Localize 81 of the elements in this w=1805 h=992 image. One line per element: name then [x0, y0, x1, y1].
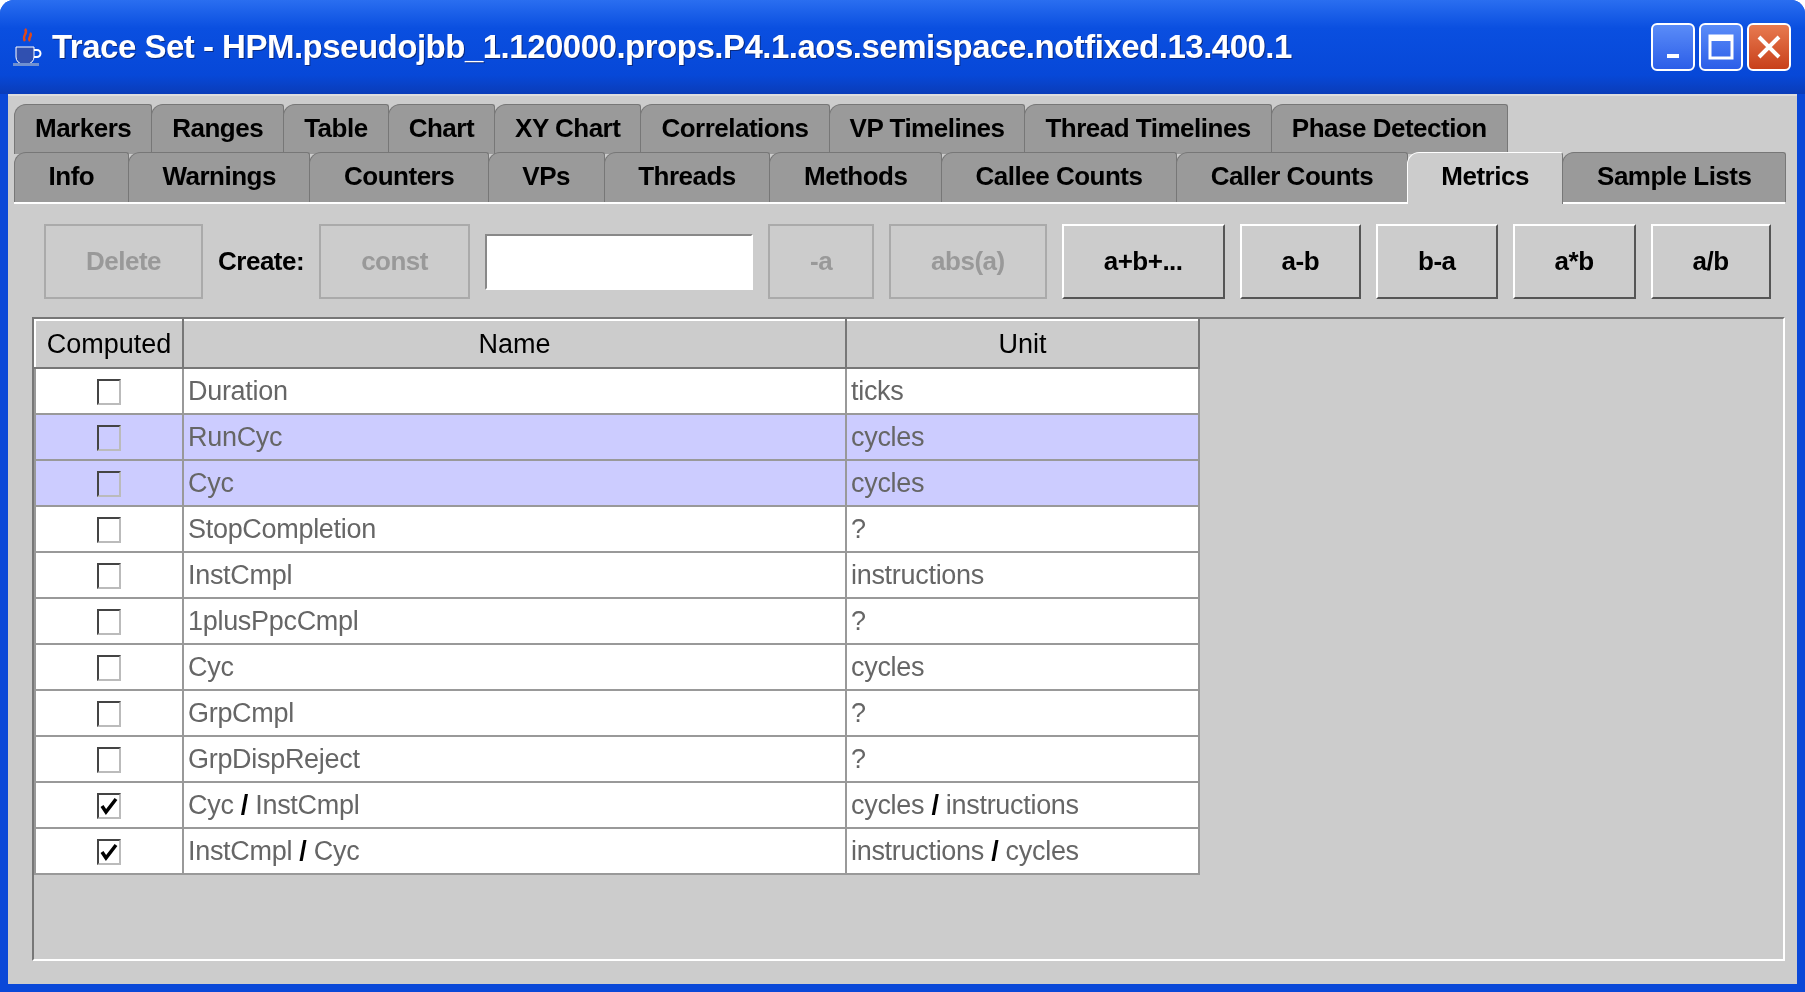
table-cell: cycles: [846, 644, 1199, 690]
window-title: Trace Set - HPM.pseudojbb_1.120000.props.P4.1.aos.semispace.notfixed.13.400.1: [52, 28, 1293, 66]
column-header[interactable]: Name: [183, 320, 846, 368]
column-header[interactable]: Computed: [35, 320, 183, 368]
table-cell: Duration: [183, 368, 846, 414]
table-row[interactable]: RunCyc cycles: [35, 414, 1199, 460]
table-row[interactable]: GrpCmpl ?: [35, 690, 1199, 736]
tab[interactable]: Sample Lists: [1562, 152, 1787, 202]
tab[interactable]: Phase Detection: [1270, 104, 1508, 154]
formula-button[interactable]: b-a: [1376, 224, 1498, 299]
table-cell: instructions / cycles: [846, 828, 1199, 874]
tab[interactable]: XY Chart: [494, 104, 642, 154]
tab[interactable]: Markers: [14, 104, 153, 154]
table-row[interactable]: GrpDispReject ?: [35, 736, 1199, 782]
close-button[interactable]: [1747, 23, 1791, 71]
constant-input-field[interactable]: [485, 233, 753, 290]
tab[interactable]: Methods: [769, 152, 942, 202]
table-row[interactable]: InstCmpl / Cyc instructions / cycles: [35, 828, 1199, 874]
formula-button[interactable]: a-b: [1239, 224, 1362, 299]
computed-checkbox[interactable]: [97, 839, 121, 866]
computed-checkbox[interactable]: [97, 563, 121, 590]
table-cell: StopCompletion: [183, 506, 846, 552]
table-row[interactable]: 1plusPpcCmpl ?: [35, 598, 1199, 644]
table-cell: cycles / instructions: [846, 782, 1199, 828]
table-cell: Cyc: [183, 460, 846, 506]
tab[interactable]: Threads: [603, 152, 771, 202]
tab[interactable]: VP Timelines: [828, 104, 1026, 154]
table-cell: instructions: [846, 552, 1199, 598]
table-cell: InstCmpl: [183, 552, 846, 598]
minimize-icon: [1667, 54, 1679, 58]
maximize-icon: [1708, 34, 1734, 60]
create-label: Create:: [218, 246, 305, 277]
formula-button[interactable]: a/b: [1650, 224, 1771, 299]
computed-checkbox[interactable]: [97, 701, 121, 728]
table-cell: ?: [846, 736, 1199, 782]
computed-checkbox[interactable]: [97, 425, 121, 452]
tab[interactable]: Caller Counts: [1176, 152, 1408, 202]
tab[interactable]: Counters: [309, 152, 489, 202]
table-cell: ?: [846, 690, 1199, 736]
tab[interactable]: Metrics: [1406, 152, 1564, 204]
table-cell: cycles: [846, 460, 1199, 506]
table-cell: Cyc: [183, 644, 846, 690]
tab[interactable]: Chart: [387, 104, 496, 154]
table-cell: ?: [846, 598, 1199, 644]
app-cup-icon: [12, 27, 42, 67]
tab[interactable]: Info: [14, 152, 129, 202]
table-row[interactable]: Cyc / InstCmpl cycles / instructions: [35, 782, 1199, 828]
formula-button[interactable]: a*b: [1512, 224, 1636, 299]
computed-checkbox[interactable]: [97, 655, 121, 682]
table-cell: Cyc / InstCmpl: [183, 782, 846, 828]
table-cell: GrpCmpl: [183, 690, 846, 736]
computed-checkbox[interactable]: [97, 517, 121, 544]
close-icon: [1756, 34, 1782, 60]
table-cell: cycles: [846, 414, 1199, 460]
minimize-button[interactable]: [1651, 23, 1695, 71]
table-row[interactable]: Cyc cycles: [35, 644, 1199, 690]
formula-button[interactable]: a+b+...: [1061, 224, 1225, 299]
tab[interactable]: Warnings: [127, 152, 311, 202]
tab[interactable]: VPs: [487, 152, 605, 202]
table-cell: RunCyc: [183, 414, 846, 460]
table-cell: ticks: [846, 368, 1199, 414]
computed-checkbox[interactable]: [97, 471, 121, 498]
column-header[interactable]: Unit: [846, 320, 1199, 368]
table-cell: 1plusPpcCmpl: [183, 598, 846, 644]
computed-checkbox[interactable]: [97, 747, 121, 774]
computed-checkbox[interactable]: [97, 793, 121, 820]
table-row[interactable]: InstCmpl instructions: [35, 552, 1199, 598]
tab[interactable]: Callee Counts: [941, 152, 1178, 202]
table-cell: InstCmpl / Cyc: [183, 828, 846, 874]
table-cell: GrpDispReject: [183, 736, 846, 782]
tab[interactable]: Ranges: [151, 104, 285, 154]
tab[interactable]: Table: [283, 104, 389, 154]
table-row[interactable]: StopCompletion ?: [35, 506, 1199, 552]
table-row[interactable]: Duration ticks: [35, 368, 1199, 414]
computed-checkbox[interactable]: [97, 379, 121, 406]
tab[interactable]: Thread Timelines: [1024, 104, 1272, 154]
maximize-button[interactable]: [1699, 23, 1743, 71]
table-row[interactable]: Cyc cycles: [35, 460, 1199, 506]
table-cell: ?: [846, 506, 1199, 552]
computed-checkbox[interactable]: [97, 609, 121, 636]
tab[interactable]: Correlations: [640, 104, 830, 154]
